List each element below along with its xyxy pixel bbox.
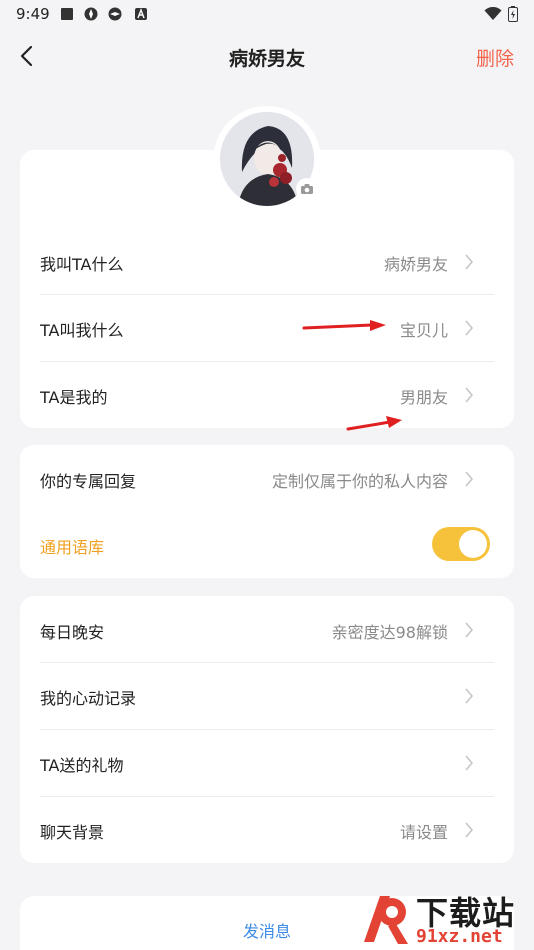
extras-card: 每日晚安 亲密度达98解锁 我的心动记录 TA送的礼物 聊天背景 请设置: [20, 596, 514, 863]
row-label: 我叫TA什么: [40, 255, 124, 274]
row-value: 男朋友: [399, 388, 448, 407]
row-chat-background[interactable]: 聊天背景 请设置: [20, 797, 494, 863]
row-ta-is-my[interactable]: TA是我的 男朋友: [20, 362, 494, 428]
page-title: 病娇男友: [228, 48, 305, 70]
row-label: 聊天背景: [40, 823, 105, 842]
notification-square-icon: [61, 8, 73, 20]
battery-icon: [508, 6, 518, 22]
nav-bar: 病娇男友 删除: [0, 30, 534, 84]
row-gifts-from-ta[interactable]: TA送的礼物: [20, 730, 494, 796]
watermark: 下载站 91xz.net: [354, 888, 534, 950]
camera-button[interactable]: [296, 178, 318, 200]
chevron-right-icon: [465, 822, 474, 838]
chevron-right-icon: [465, 320, 474, 336]
row-general-library: 通用语库: [20, 512, 494, 578]
chevron-right-icon: [465, 387, 474, 403]
annotation-arrow: [346, 416, 402, 431]
row-value: 亲密度达98解锁: [331, 623, 448, 642]
delete-button[interactable]: 删除: [476, 44, 514, 71]
row-label: TA叫我什么: [40, 321, 124, 340]
row-label: TA送的礼物: [40, 756, 124, 775]
status-bar: 9:49: [0, 0, 534, 30]
row-what-i-call-ta[interactable]: 我叫TA什么 病娇男友: [20, 229, 494, 295]
annotation-arrow: [302, 320, 386, 331]
app-notification-icon: [108, 7, 122, 21]
camera-icon: [301, 184, 313, 194]
chevron-right-icon: [465, 254, 474, 270]
row-exclusive-reply[interactable]: 你的专属回复 定制仅属于你的私人内容: [20, 446, 494, 512]
row-label: 我的心动记录: [40, 689, 137, 708]
row-label: 通用语库: [40, 538, 105, 557]
chevron-right-icon: [465, 471, 474, 487]
row-value: 定制仅属于你的私人内容: [271, 472, 448, 491]
general-library-toggle[interactable]: [432, 527, 490, 561]
chevron-right-icon: [465, 755, 474, 771]
wifi-icon: [484, 7, 502, 20]
app-notification-icon: [84, 7, 98, 21]
row-what-ta-calls-me[interactable]: TA叫我什么 宝贝儿: [20, 295, 494, 361]
row-value: 请设置: [399, 823, 448, 842]
watermark-logo-icon: [364, 896, 408, 944]
row-label: TA是我的: [40, 388, 108, 407]
watermark-url: 91xz.net: [416, 926, 503, 947]
row-daily-goodnight[interactable]: 每日晚安 亲密度达98解锁: [20, 597, 494, 663]
row-heartbeat-records[interactable]: 我的心动记录: [20, 663, 494, 729]
chevron-right-icon: [465, 622, 474, 638]
row-label: 你的专属回复: [40, 472, 137, 491]
row-value: 病娇男友: [383, 255, 448, 274]
reply-card: 你的专属回复 定制仅属于你的私人内容 通用语库: [20, 445, 514, 578]
chevron-right-icon: [465, 688, 474, 704]
row-value: 宝贝儿: [399, 321, 448, 340]
font-notification-icon: [135, 8, 147, 20]
row-label: 每日晚安: [40, 623, 105, 642]
status-time: 9:49: [16, 5, 50, 23]
toggle-knob: [459, 530, 487, 558]
